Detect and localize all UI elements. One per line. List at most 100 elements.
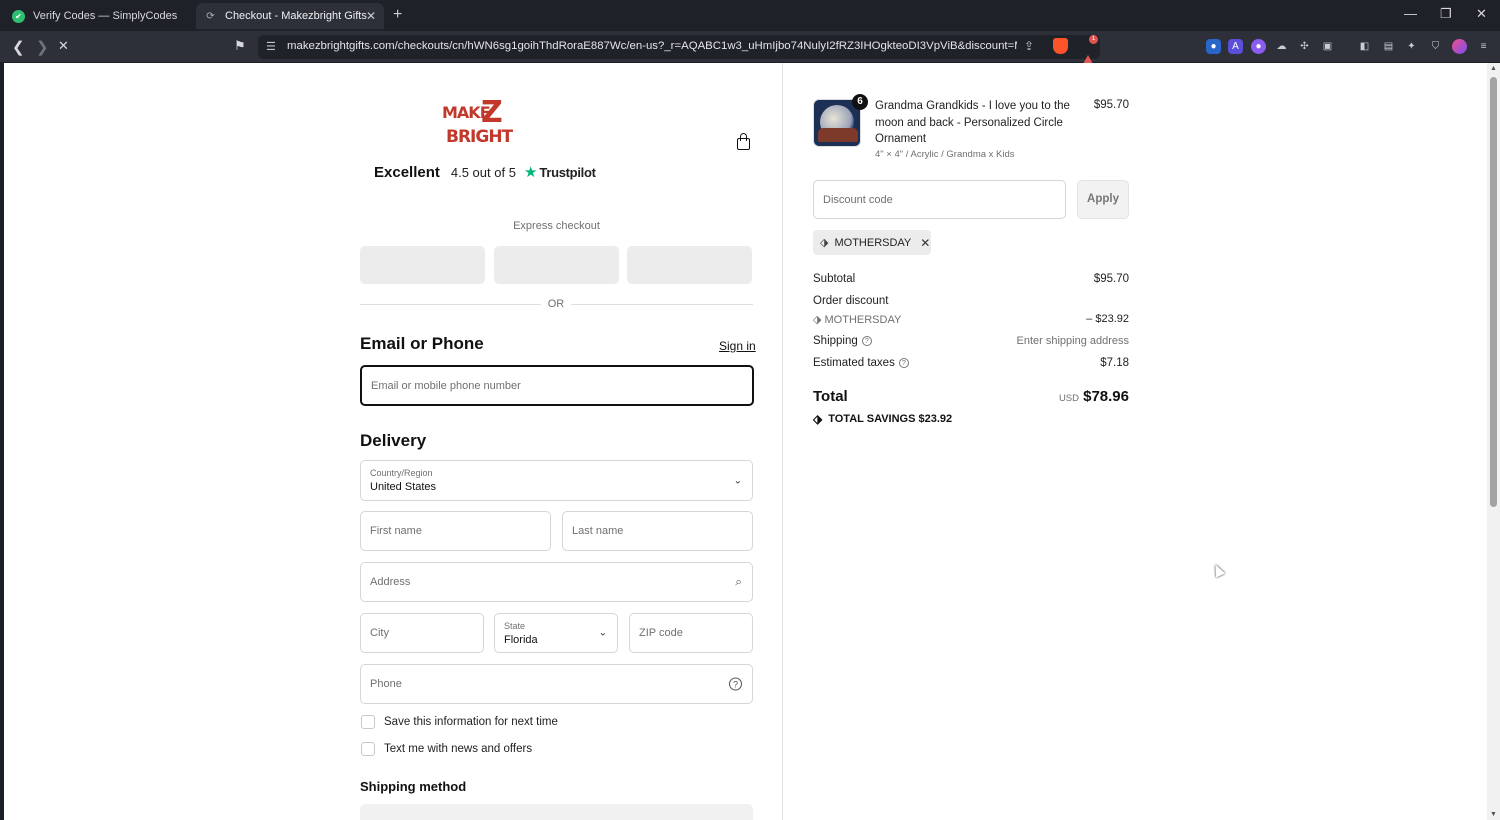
zip-field[interactable]: ZIP code (629, 613, 753, 653)
tab-bar: ✔ Verify Codes — SimplyCodes ⟳ Checkout … (0, 0, 1500, 31)
vpn-icon[interactable]: ⛉ (1428, 39, 1443, 54)
last-name-field[interactable]: Last name (562, 511, 753, 551)
close-window-icon[interactable]: ✕ (1476, 6, 1487, 22)
sidebar-icon[interactable]: ◧ (1357, 39, 1372, 54)
express-pay-button-1[interactable] (360, 246, 485, 284)
back-icon[interactable]: ❮ (12, 38, 25, 56)
wallet-icon[interactable]: ▤ (1381, 39, 1396, 54)
subtotal-row: Subtotal $95.70 (813, 273, 1129, 285)
tag-icon: ⬗ (813, 412, 823, 426)
express-pay-button-3[interactable] (627, 246, 752, 284)
phone-field[interactable]: Phone ? (360, 664, 753, 704)
apply-discount-button[interactable]: Apply (1077, 180, 1129, 219)
shipping-label: Shipping (813, 335, 858, 347)
tab-checkout[interactable]: ⟳ Checkout - Makezbright Gifts ✕ (196, 3, 384, 29)
extension-purple-icon[interactable]: ● (1251, 39, 1266, 54)
shipping-value: Enter shipping address (1016, 335, 1129, 347)
extensions-puzzle-icon[interactable]: ✣ (1297, 39, 1312, 54)
checkbox-box[interactable] (361, 742, 375, 756)
scroll-up-icon[interactable]: ▲ (1490, 65, 1497, 72)
first-name-field[interactable]: First name (360, 511, 551, 551)
city-field[interactable]: City (360, 613, 484, 653)
extension-cloud-icon[interactable]: ☁ (1274, 39, 1289, 54)
browser-toolbar: ❮ ❯ ✕ ⚑ ☰ makezbrightgifts.com/checkouts… (0, 31, 1500, 69)
save-info-label: Save this information for next time (384, 716, 558, 728)
close-tab-icon[interactable]: ✕ (366, 9, 376, 23)
order-discount-label: Order discount (813, 295, 889, 307)
help-icon[interactable]: ? (861, 336, 872, 346)
remove-discount-icon[interactable]: ✕ (920, 236, 930, 250)
email-placeholder: Email or mobile phone number (371, 379, 521, 392)
extension-a-icon[interactable]: A (1228, 39, 1243, 54)
help-icon[interactable]: ? (898, 358, 909, 368)
total-value: $78.96 (1083, 388, 1129, 405)
stop-loading-icon[interactable]: ✕ (58, 38, 69, 54)
profile-icon[interactable] (1452, 39, 1467, 54)
express-pay-button-2[interactable] (494, 246, 619, 284)
tab-verify-codes[interactable]: ✔ Verify Codes — SimplyCodes (4, 3, 190, 29)
save-info-checkbox[interactable]: Save this information for next time (361, 715, 558, 729)
text-me-label: Text me with news and offers (384, 743, 533, 755)
bookmark-icon[interactable]: ⚑ (234, 38, 246, 54)
brave-shields-icon[interactable] (1053, 38, 1068, 54)
chevron-down-icon: ⌄ (598, 627, 607, 639)
address-bar[interactable]: ☰ makezbrightgifts.com/checkouts/cn/hWN6… (258, 35, 1100, 69)
column-divider (782, 63, 783, 820)
checkbox-box[interactable] (361, 715, 375, 729)
leo-ai-icon[interactable]: ✦ (1404, 39, 1419, 54)
express-checkout-label: Express checkout (513, 220, 600, 232)
applied-code: MOTHERSDAY (834, 236, 912, 249)
total-savings: ⬗ TOTAL SAVINGS $23.92 (813, 412, 952, 426)
site-info-icon[interactable]: ☰ (266, 40, 276, 53)
phone-placeholder: Phone (370, 678, 402, 690)
taxes-value: $7.18 (1100, 357, 1129, 369)
order-discount-code-row: ⬗ MOTHERSDAY – $23.92 (813, 313, 1129, 326)
extension-globe-icon[interactable]: ● (1206, 39, 1221, 54)
or-label: OR (541, 298, 571, 310)
city-placeholder: City (370, 627, 389, 639)
text-me-checkbox[interactable]: Text me with news and offers (361, 742, 532, 756)
help-icon[interactable]: ? (729, 677, 742, 691)
address-placeholder: Address (370, 576, 411, 588)
state-value: Florida (504, 634, 538, 646)
search-icon: ⌕ (735, 574, 742, 589)
menu-icon[interactable]: ≡ (1476, 39, 1491, 54)
tab-title: Verify Codes — SimplyCodes (33, 10, 178, 22)
logo-text-bright: BRIGHT (446, 127, 513, 147)
minimize-icon[interactable]: — (1404, 6, 1417, 21)
chevron-down-icon: ⌄ (733, 475, 742, 486)
new-tab-icon[interactable]: + (393, 6, 402, 24)
address-field[interactable]: Address ⌕ (360, 562, 753, 602)
discount-code-input[interactable]: Discount code (813, 180, 1066, 219)
country-select[interactable]: Country/Region United States ⌄ (360, 460, 753, 501)
forward-icon[interactable]: ❯ (36, 38, 49, 56)
email-field[interactable]: Email or mobile phone number (360, 365, 754, 406)
order-discount-value: – $23.92 (1086, 313, 1129, 325)
share-icon[interactable]: ⇪ (1024, 39, 1034, 53)
store-logo[interactable]: MAKE Z BRIGHT (436, 95, 520, 159)
subtotal-label: Subtotal (813, 273, 856, 285)
country-value: United States (370, 481, 437, 493)
screenshot-icon[interactable]: ▣ (1320, 39, 1335, 54)
shipping-row: Shipping? Enter shipping address (813, 335, 1129, 347)
product-price: $95.70 (1093, 99, 1129, 111)
total-label: Total (813, 388, 848, 405)
tag-icon: ⬗ (820, 237, 829, 249)
brave-rewards-icon[interactable]: 1 (1080, 35, 1098, 69)
shopping-bag-icon[interactable] (736, 133, 752, 151)
state-select[interactable]: State Florida ⌄ (494, 613, 618, 653)
sign-in-link[interactable]: Sign in (719, 339, 756, 353)
rating-word: Excellent (374, 163, 440, 181)
shipping-method-heading: Shipping method (360, 779, 467, 794)
scroll-down-icon[interactable]: ▼ (1490, 811, 1497, 818)
tag-icon: ⬗ (813, 314, 825, 326)
url-text[interactable]: makezbrightgifts.com/checkouts/cn/hWN6sg… (287, 40, 1017, 52)
tab-title: Checkout - Makezbright Gifts (225, 10, 367, 22)
trustpilot-rating: Excellent 4.5 out of 5 ★ Trustpilot (374, 163, 596, 182)
taxes-label: Estimated taxes (813, 357, 895, 369)
logo-text-z: Z (481, 95, 503, 130)
country-label: Country/Region (370, 468, 433, 478)
page-scrollbar[interactable]: ▲ ▼ (1487, 63, 1500, 820)
restore-icon[interactable]: ❐ (1440, 6, 1452, 22)
scrollbar-thumb[interactable] (1490, 77, 1497, 507)
